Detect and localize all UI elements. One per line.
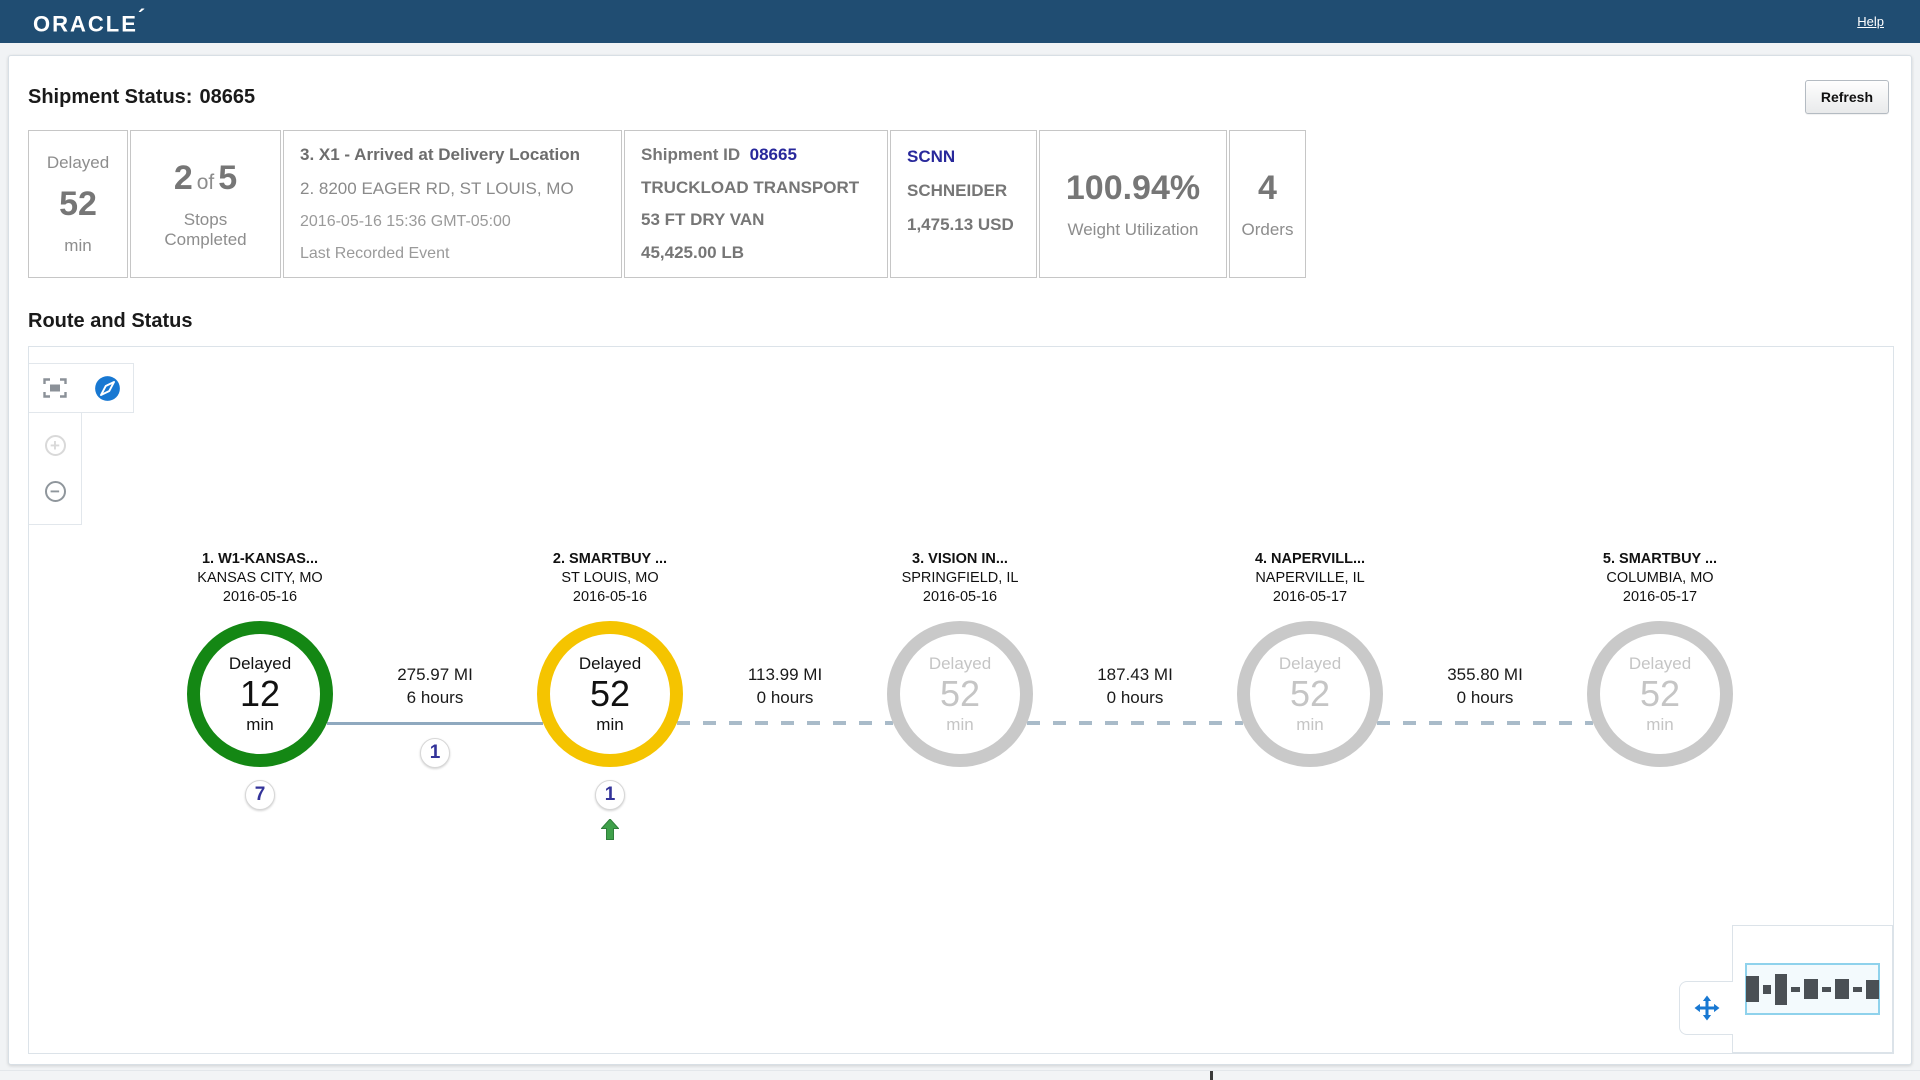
stop-order-count-badge[interactable]: 7	[245, 780, 275, 810]
shipment-id-line: Shipment ID 08665	[641, 145, 871, 165]
fit-to-view-icon	[43, 378, 67, 398]
overview-route-thumbnail	[1746, 974, 1879, 1005]
orders-label: Orders	[1242, 220, 1294, 240]
leg-count-badge[interactable]: 1	[420, 738, 450, 768]
delay-unit: min	[64, 236, 91, 256]
route-section-title: Route and Status	[28, 310, 1911, 333]
stop-circle-1[interactable]: Delayed 12 min	[187, 621, 333, 767]
horizontal-scrollbar[interactable]	[0, 1070, 1920, 1080]
stop-circle-2[interactable]: Delayed 52 min	[537, 621, 683, 767]
stops-completed-value: 2of5	[174, 159, 237, 198]
stop-label: 5. SMARTBUY ... COLUMBIA, MO 2016-05-17	[1540, 550, 1780, 607]
carrier-name: SCHNEIDER	[907, 181, 1020, 201]
leg-distance: 275.97 MI 6 hours	[327, 663, 543, 709]
delay-value: 52	[59, 185, 97, 224]
stop-label: 2. SMARTBUY ... ST LOUIS, MO 2016-05-16	[490, 550, 730, 607]
compass-icon	[94, 375, 121, 402]
overview-panel	[1732, 925, 1893, 1053]
orders-value: 4	[1258, 169, 1277, 208]
help-link[interactable]: Help	[1857, 14, 1884, 29]
leg-distance: 187.43 MI 0 hours	[1027, 663, 1243, 709]
event-title: 3. X1 - Arrived at Delivery Location	[300, 145, 605, 165]
event-label: Last Recorded Event	[300, 245, 605, 263]
last-event-card: 3. X1 - Arrived at Delivery Location 2. …	[283, 130, 622, 278]
pan-icon	[1694, 995, 1720, 1021]
stop-circle-5[interactable]: Delayed 52 min	[1587, 621, 1733, 767]
zoom-in-icon: +	[45, 435, 66, 456]
stop-circle-4[interactable]: Delayed 52 min	[1237, 621, 1383, 767]
pan-button[interactable]	[1679, 981, 1733, 1035]
shipment-id-value: 08665	[750, 145, 797, 164]
weight-utilization-card: 100.94% Weight Utilization	[1039, 130, 1227, 278]
carrier-cost: 1,475.13 USD	[907, 215, 1020, 235]
oracle-logo: ORACLE´	[33, 5, 147, 37]
shipment-info-card: Shipment ID 08665 TRUCKLOAD TRANSPORT 53…	[624, 130, 888, 278]
page-header: Shipment Status:08665 Refresh	[9, 56, 1911, 114]
delay-card: Delayed 52 min	[28, 130, 128, 278]
delay-status: Delayed	[47, 153, 109, 173]
stop-order-count-badge[interactable]: 1	[595, 780, 625, 810]
route-leg-line	[1027, 721, 1243, 725]
route-leg-line	[327, 722, 543, 725]
leg-distance: 355.80 MI 0 hours	[1377, 663, 1593, 709]
utilization-value: 100.94%	[1066, 169, 1200, 208]
summary-cards-row: Delayed 52 min 2of5 Stops Completed 3. X…	[28, 130, 1911, 278]
stop-label: 4. NAPERVILL... NAPERVILLE, IL 2016-05-1…	[1190, 550, 1430, 607]
scrollbar-tick	[1210, 1071, 1213, 1080]
overview-viewport[interactable]	[1745, 963, 1880, 1015]
top-navigation-bar: ORACLE´ Help	[0, 0, 1920, 43]
stops-completed-card: 2of5 Stops Completed	[130, 130, 281, 278]
brand-trademark: ´	[138, 5, 147, 30]
shipment-weight: 45,425.00 LB	[641, 243, 871, 263]
transport-mode: TRUCKLOAD TRANSPORT	[641, 178, 871, 198]
stop-circle-3[interactable]: Delayed 52 min	[887, 621, 1033, 767]
event-address: 2. 8200 EAGER RD, ST LOUIS, MO	[300, 179, 605, 199]
stops-completed-label: Stops Completed	[145, 210, 266, 250]
equipment-type: 53 FT DRY VAN	[641, 210, 871, 230]
pickup-up-arrow-icon	[601, 819, 619, 845]
map-zoom-controls: + −	[29, 412, 82, 525]
zoom-out-icon: −	[45, 481, 66, 502]
map-toolbar	[29, 363, 134, 413]
route-leg-line	[1377, 721, 1593, 725]
shipment-number: 08665	[199, 86, 255, 108]
zoom-out-button[interactable]: −	[41, 477, 69, 505]
fit-to-view-button[interactable]	[41, 374, 69, 402]
utilization-label: Weight Utilization	[1067, 220, 1198, 240]
orders-card: 4 Orders	[1229, 130, 1306, 278]
shipment-status-panel: Shipment Status:08665 Refresh Delayed 52…	[8, 55, 1912, 1065]
route-leg-line	[677, 721, 893, 725]
zoom-in-button[interactable]: +	[41, 431, 69, 459]
carrier-code: SCNN	[907, 147, 1020, 167]
route-map: + − 1. W1-KANSAS... KANSAS CITY, MO 2016…	[28, 346, 1894, 1054]
carrier-card: SCNN SCHNEIDER 1,475.13 USD	[890, 130, 1037, 278]
event-datetime: 2016-05-16 15:36 GMT-05:00	[300, 213, 605, 231]
refresh-button[interactable]: Refresh	[1805, 80, 1889, 114]
compass-reset-button[interactable]	[93, 374, 121, 402]
page-title: Shipment Status:08665	[28, 86, 255, 109]
stop-label: 3. VISION IN... SPRINGFIELD, IL 2016-05-…	[840, 550, 1080, 607]
leg-distance: 113.99 MI 0 hours	[677, 663, 893, 709]
stop-label: 1. W1-KANSAS... KANSAS CITY, MO 2016-05-…	[140, 550, 380, 607]
